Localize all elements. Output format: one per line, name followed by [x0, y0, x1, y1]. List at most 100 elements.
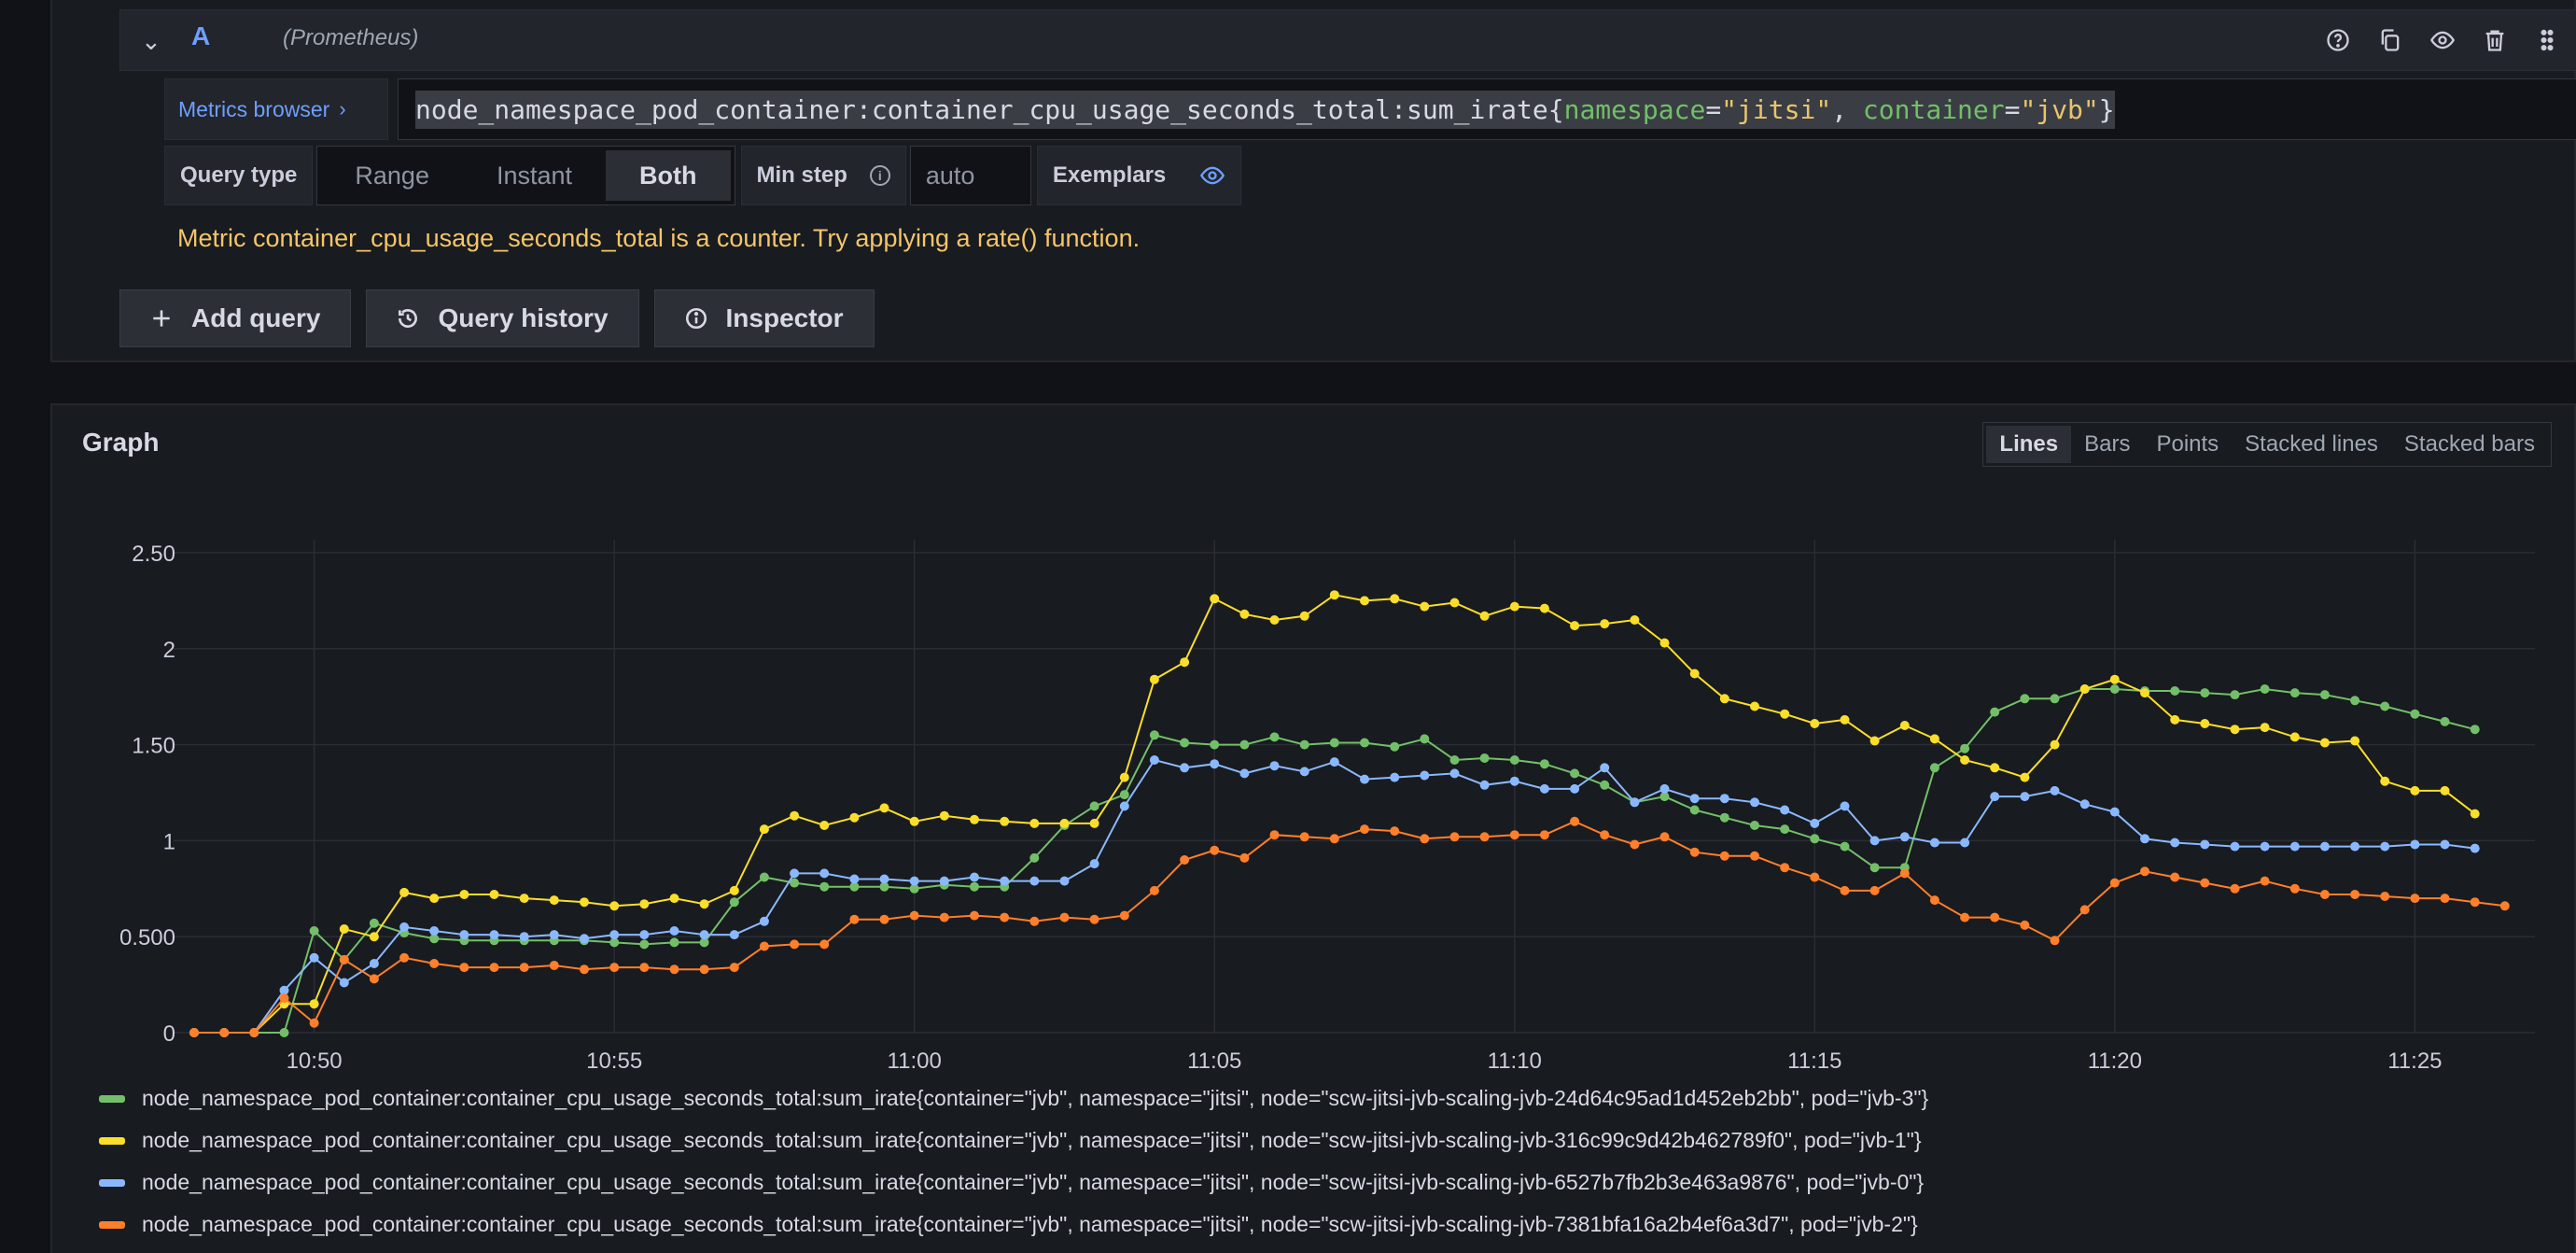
series-point-2 [1689, 794, 1700, 804]
x-tick-label: 11:10 [1488, 1049, 1542, 1074]
series-point-2 [1960, 838, 1970, 848]
series-point-1 [879, 803, 889, 813]
series-point-1 [1390, 594, 1400, 604]
series-point-0 [2289, 688, 2300, 698]
series-point-3 [2410, 894, 2420, 904]
series-point-3 [549, 961, 559, 970]
series-point-2 [1630, 797, 1640, 808]
series-point-3 [1000, 912, 1010, 922]
info-icon[interactable]: i [869, 165, 890, 186]
series-point-3 [819, 939, 830, 950]
query-letter[interactable]: A [191, 21, 210, 51]
exemplars-eye-icon[interactable] [1199, 162, 1225, 189]
series-point-2 [1059, 876, 1070, 886]
series-point-3 [849, 914, 860, 924]
series-point-3 [279, 993, 289, 1003]
query-history-button[interactable]: Query history [366, 289, 639, 347]
series-point-2 [1149, 755, 1159, 765]
series-point-3 [1990, 912, 2000, 922]
time-series-chart[interactable]: 0 0.500 1 1.50 2 2.50 10:50 10:55 11:00 11:05 11:1… [52, 405, 2576, 1077]
series-point-1 [1570, 621, 1580, 631]
series-point-3 [970, 910, 979, 921]
legend-item[interactable]: node_namespace_pod_container:container_c… [99, 1077, 1928, 1119]
series-point-3 [1089, 914, 1099, 924]
series-point-2 [1929, 838, 1939, 848]
series-point-1 [1299, 611, 1309, 621]
legend-item[interactable]: node_namespace_pod_container:container_c… [99, 1161, 1928, 1204]
series-point-3 [189, 1028, 199, 1037]
series-point-1 [2289, 732, 2300, 742]
series-point-0 [2020, 694, 2030, 704]
series-point-2 [1329, 757, 1339, 767]
query-type-both[interactable]: Both [606, 150, 731, 201]
y-tick-label: 1.50 [132, 734, 175, 759]
series-point-2 [1570, 783, 1580, 794]
series-point-0 [1929, 763, 1939, 773]
series-point-3 [2200, 878, 2210, 888]
help-icon[interactable] [2321, 23, 2355, 57]
series-point-2 [549, 930, 559, 940]
series-point-2 [2380, 841, 2390, 852]
series-point-3 [249, 1028, 259, 1037]
series-point-3 [1329, 834, 1339, 844]
series-point-1 [1840, 714, 1850, 725]
series-point-1 [459, 890, 469, 899]
series-point-1 [580, 897, 589, 908]
legend-item[interactable]: node_namespace_pod_container:container_c… [99, 1119, 1928, 1161]
series-point-3 [1899, 868, 1910, 879]
query-row-actions [2321, 23, 2564, 57]
y-tick-label: 2.50 [132, 542, 175, 567]
series-point-3 [2260, 876, 2270, 886]
series-point-1 [399, 887, 410, 897]
collapse-chevron-icon[interactable]: ⌄ [141, 27, 169, 55]
x-tick-label: 11:05 [1187, 1049, 1241, 1074]
series-point-3 [909, 910, 919, 921]
series-point-3 [489, 963, 499, 973]
add-query-button[interactable]: Add query [119, 289, 352, 347]
drag-handle-icon[interactable] [2530, 23, 2564, 57]
series-point-0 [2230, 690, 2240, 700]
series-point-2 [2470, 843, 2480, 853]
duplicate-icon[interactable] [2373, 23, 2407, 57]
exemplars-toggle[interactable]: Exemplars [1036, 146, 1242, 205]
metrics-browser-button[interactable]: Metrics browser › [164, 78, 388, 140]
series-point-3 [399, 952, 410, 963]
series-point-1 [2050, 739, 2060, 750]
series-point-2 [1869, 836, 1880, 846]
series-point-1 [2470, 809, 2480, 819]
series-point-3 [1869, 885, 1880, 895]
query-type-instant[interactable]: Instant [463, 150, 606, 201]
inspector-button[interactable]: Inspector [653, 289, 875, 347]
series-point-2 [699, 930, 709, 940]
series-point-0 [1390, 741, 1400, 752]
series-point-1 [1360, 596, 1369, 606]
series-point-3 [1420, 834, 1430, 844]
series-point-3 [2050, 936, 2060, 946]
legend-item[interactable]: node_namespace_pod_container:container_c… [99, 1204, 1928, 1246]
series-point-0 [1840, 841, 1850, 852]
series-point-0 [2260, 684, 2270, 694]
legend-label: node_namespace_pod_container:container_c… [142, 1086, 1929, 1110]
series-point-2 [1899, 832, 1910, 842]
series-point-3 [339, 954, 349, 964]
query-type-range[interactable]: Range [321, 150, 463, 201]
series-point-0 [279, 1028, 289, 1037]
trash-icon[interactable] [2478, 23, 2512, 57]
query-expression-input[interactable]: node_namespace_pod_container:container_c… [398, 78, 2576, 140]
series-point-2 [1119, 801, 1129, 811]
min-step-input[interactable]: auto [909, 146, 1031, 205]
series-point-3 [459, 963, 469, 973]
series-point-2 [519, 932, 529, 942]
series-point-2 [639, 930, 650, 940]
plus-icon [148, 305, 175, 331]
series-point-1 [489, 890, 499, 899]
series-point-0 [309, 926, 319, 936]
series-point-2 [1750, 797, 1759, 808]
series-point-3 [1960, 912, 1970, 922]
eye-icon[interactable] [2426, 23, 2459, 57]
query-options-row: Query type Range Instant Both Min step i… [164, 146, 1242, 205]
inspector-label: Inspector [725, 303, 844, 332]
series-point-1 [1180, 657, 1190, 668]
series-point-2 [1539, 783, 1549, 794]
series-point-2 [459, 930, 469, 940]
